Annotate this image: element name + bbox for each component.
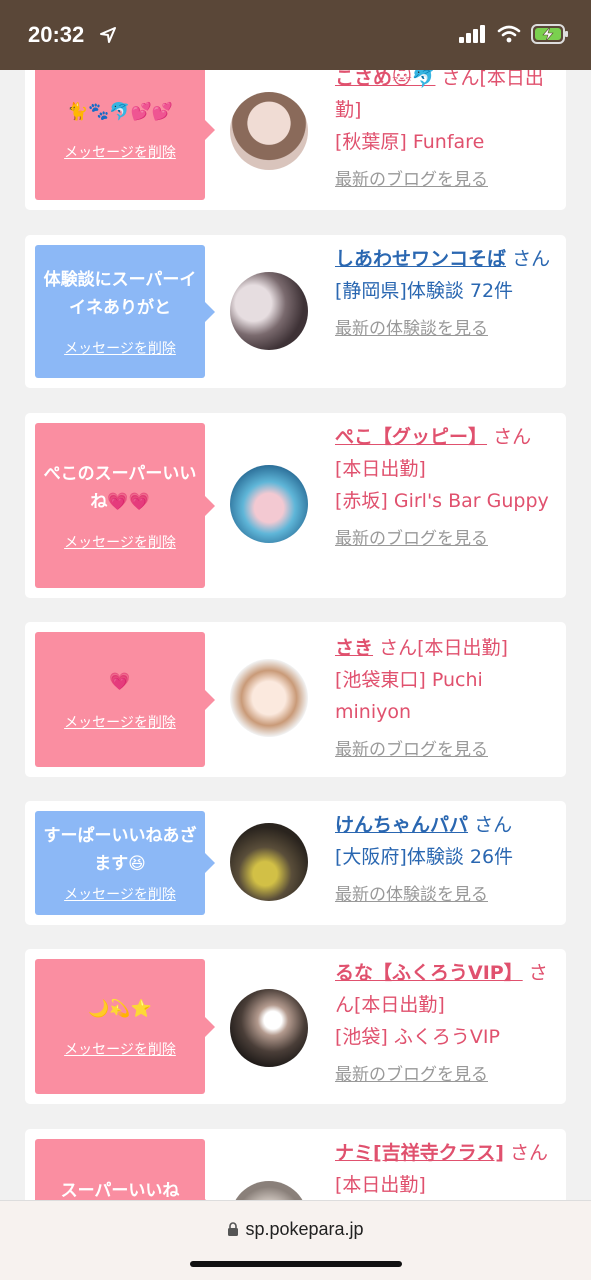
browser-url-bar[interactable]: sp.pokepara.jp xyxy=(0,1200,591,1280)
profile-name-link[interactable]: ぺこ【グッピー】 xyxy=(335,426,487,448)
message-bubble: 💗 メッセージを削除 xyxy=(35,632,215,767)
message-bubble: 体験談にスーパーイイネありがと メッセージを削除 xyxy=(35,245,215,378)
wifi-icon xyxy=(497,25,521,43)
avatar[interactable] xyxy=(230,989,308,1067)
latest-blog-link[interactable]: 最新のブログを見る xyxy=(335,523,555,555)
message-text: 💗 xyxy=(109,671,131,692)
message-bubble: すーぱーいいねあざます😆 メッセージを削除 xyxy=(35,811,215,915)
message-text: 🌙💫⭐ xyxy=(88,998,152,1019)
latest-review-link[interactable]: 最新の体験談を見る xyxy=(335,313,555,345)
message-bubble: ぺこのスーパーいいね💗💗 メッセージを削除 xyxy=(35,423,215,588)
message-card: 🌙💫⭐ メッセージを削除 るな【ふくろうVIP】 さん[本日出勤] [池袋] ふ… xyxy=(25,949,566,1104)
location-arrow-icon xyxy=(100,27,116,43)
avatar[interactable] xyxy=(230,92,308,170)
profile-name-link[interactable]: るな【ふくろうVIP】 xyxy=(335,962,523,984)
message-bubble: 🌙💫⭐ メッセージを削除 xyxy=(35,959,215,1094)
avatar[interactable] xyxy=(230,272,308,350)
shop-detail[interactable]: [赤坂] Girl's Bar Guppy xyxy=(335,485,555,517)
lock-icon xyxy=(228,1222,239,1236)
name-suffix: さん[本日出勤] xyxy=(379,637,508,659)
shop-detail[interactable]: [池袋] ふくろうVIP xyxy=(335,1021,555,1053)
message-text: ぺこのスーパーいいね💗💗 xyxy=(43,463,197,512)
name-suffix: さん xyxy=(474,814,513,836)
delete-message-link[interactable]: メッセージを削除 xyxy=(64,884,176,904)
status-bar: 20:32 xyxy=(0,0,591,70)
profile-name-link[interactable]: けんちゃんパパ xyxy=(335,814,468,836)
avatar[interactable] xyxy=(230,465,308,543)
home-indicator[interactable] xyxy=(190,1261,402,1267)
delete-message-link[interactable]: メッセージを削除 xyxy=(64,1039,176,1059)
avatar[interactable] xyxy=(230,823,308,901)
profile-name-link[interactable]: さき xyxy=(335,637,373,659)
reviewer-detail[interactable]: [大阪府]体験談 26件 xyxy=(335,841,555,873)
message-text: 体験談にスーパーイイネありがと xyxy=(43,269,197,318)
latest-blog-link[interactable]: 最新のブログを見る xyxy=(335,1059,555,1091)
message-text: 🐈🐾🐬💕💕 xyxy=(67,102,173,122)
status-time: 20:32 xyxy=(28,22,85,47)
message-bubble: 🐈🐾🐬💕💕 メッセージを削除 xyxy=(35,60,215,200)
delete-message-link[interactable]: メッセージを削除 xyxy=(64,532,176,552)
message-card: 💗 メッセージを削除 さき さん[本日出勤] [池袋東口] Puchi mini… xyxy=(25,622,566,777)
profile-name-link[interactable]: こさめ🐱🐬 xyxy=(335,67,435,89)
avatar[interactable] xyxy=(230,659,308,737)
latest-blog-link[interactable]: 最新のブログを見る xyxy=(335,164,555,196)
cellular-signal-icon xyxy=(459,25,485,43)
delete-message-link[interactable]: メッセージを削除 xyxy=(64,712,176,732)
message-card: ぺこのスーパーいいね💗💗 メッセージを削除 ぺこ【グッピー】 さん[本日出勤] … xyxy=(25,413,566,598)
name-suffix: さん xyxy=(512,248,551,270)
profile-name-link[interactable]: しあわせワンコそば xyxy=(335,248,506,270)
message-text: すーぱーいいねあざます😆 xyxy=(43,826,197,874)
reviewer-detail[interactable]: [静岡県]体験談 72件 xyxy=(335,275,555,307)
latest-blog-link[interactable]: 最新のブログを見る xyxy=(335,734,555,766)
shop-detail[interactable]: [秋葉原] Funfare xyxy=(335,126,555,158)
battery-charging-icon xyxy=(531,24,568,44)
profile-name-link[interactable]: ナミ[吉祥寺クラス] xyxy=(335,1142,504,1164)
url-text: sp.pokepara.jp xyxy=(245,1219,364,1239)
latest-review-link[interactable]: 最新の体験談を見る xyxy=(335,879,555,911)
message-card: すーぱーいいねあざます😆 メッセージを削除 けんちゃんパパ さん [大阪府]体験… xyxy=(25,801,566,925)
shop-detail[interactable]: [池袋東口] Puchi miniyon xyxy=(335,664,555,728)
delete-message-link[interactable]: メッセージを削除 xyxy=(64,338,176,358)
delete-message-link[interactable]: メッセージを削除 xyxy=(64,142,176,162)
message-card: 体験談にスーパーイイネありがと メッセージを削除 しあわせワンコそば さん [静… xyxy=(25,235,566,388)
